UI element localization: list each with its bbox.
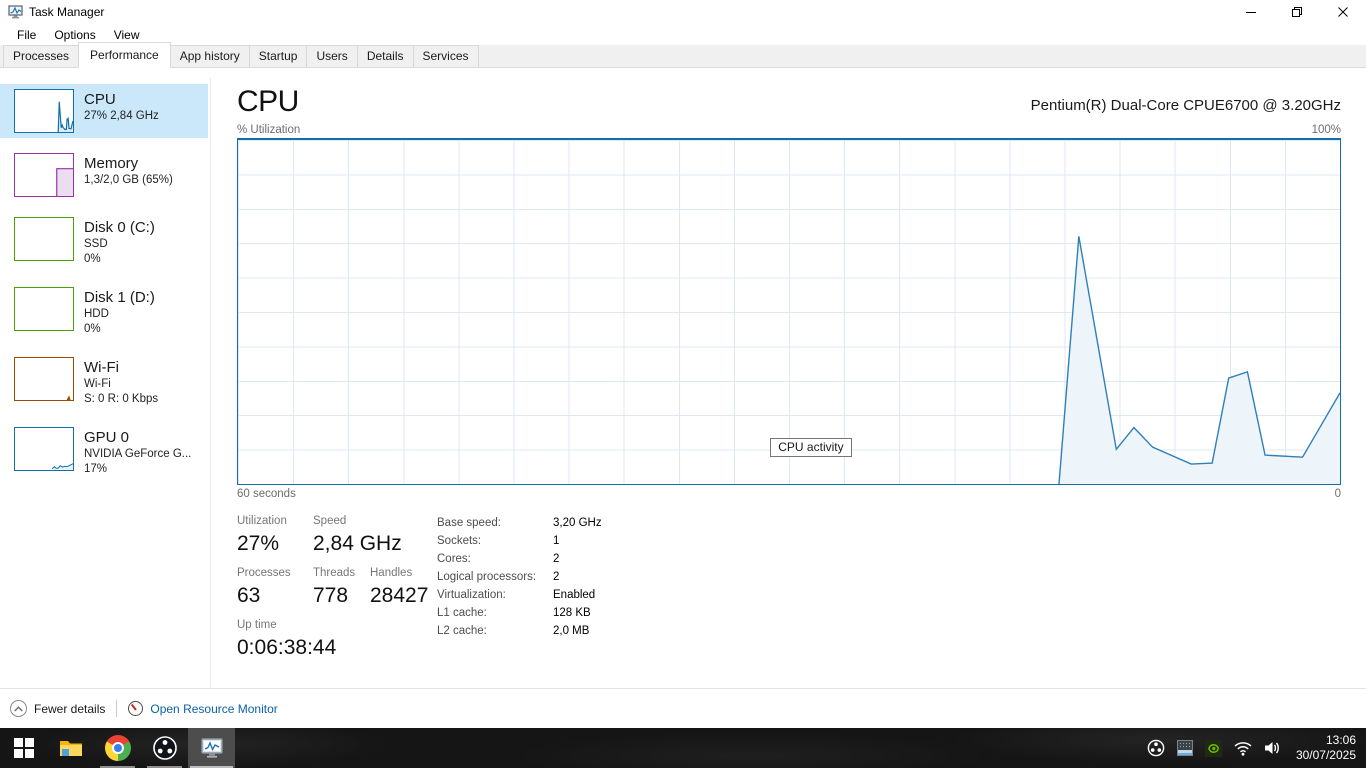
sidebar-item-sub: 27% 2,84 GHz [84, 110, 159, 122]
detail-l1-cache: L1 cache: 128 KB [437, 607, 591, 619]
chrome-icon [104, 735, 131, 761]
start-button[interactable] [0, 728, 47, 768]
file-explorer-button[interactable] [47, 728, 94, 768]
menubar: File Options View [0, 24, 1366, 45]
windows-logo-icon [13, 738, 34, 758]
stat-uptime: Up time 0:06:38:44 [237, 619, 337, 659]
performance-sidebar: CPU 27% 2,84 GHz Memory 1,3/2,0 GB (65%)… [0, 68, 211, 688]
taskbar: 13:06 30/07/2025 [0, 728, 1366, 768]
tray-obs-icon[interactable] [1145, 737, 1167, 759]
detail-virtualization: Virtualization: Enabled [437, 589, 596, 601]
sidebar-item-title: Disk 1 (D:) [84, 289, 155, 306]
sidebar-item-title: CPU [84, 91, 116, 108]
task-manager-button[interactable] [188, 728, 235, 768]
stat-utilization: Utilization 27% [237, 515, 287, 555]
chrome-button[interactable] [94, 728, 141, 768]
x-axis-left-label: 60 seconds [237, 488, 296, 500]
sidebar-item-title: Wi-Fi [84, 359, 119, 376]
taskbar-clock[interactable]: 13:06 30/07/2025 [1296, 733, 1356, 763]
tab-details[interactable]: Details [356, 45, 414, 67]
detail-base-speed: Base speed: 3,20 GHz [437, 517, 602, 529]
titlebar: Task Manager [0, 0, 1366, 24]
detail-logical-processors: Logical processors: 2 [437, 571, 560, 583]
memory-mini-chart [14, 153, 74, 197]
footer-bar: Fewer details Open Resource Monitor [0, 688, 1366, 728]
sidebar-item-wifi[interactable]: Wi-Fi Wi-Fi S: 0 R: 0 Kbps [0, 352, 208, 412]
fewer-details-button[interactable]: Fewer details [10, 700, 105, 717]
cpu-mini-chart [14, 89, 74, 133]
task-manager-icon [200, 738, 223, 758]
stat-threads: Threads 778 [313, 567, 356, 607]
footer-divider [116, 700, 118, 717]
clock-time: 13:06 [1325, 733, 1356, 747]
stat-processes: Processes 63 [237, 567, 291, 607]
chevron-up-circle-icon [10, 700, 27, 717]
stat-handles: Handles 28427 [370, 567, 429, 607]
tab-users[interactable]: Users [306, 45, 358, 67]
tab-performance[interactable]: Performance [78, 42, 171, 68]
obs-icon [152, 736, 177, 760]
cpu-stats: Utilization 27% Speed 2,84 GHz Processes… [237, 514, 437, 670]
cpu-panel: CPU Pentium(R) Dual-Core CPUE6700 @ 3.20… [211, 68, 1366, 688]
menu-file[interactable]: File [8, 26, 45, 44]
restore-button[interactable] [1274, 0, 1320, 24]
tray-app-icon[interactable] [1174, 737, 1196, 759]
sidebar-item-title: GPU 0 [84, 429, 130, 446]
sidebar-item-cpu[interactable]: CPU 27% 2,84 GHz [0, 84, 208, 138]
gpu-mini-chart [14, 427, 74, 471]
tab-startup[interactable]: Startup [248, 45, 308, 67]
sidebar-item-sub: Wi-Fi [84, 378, 111, 390]
sidebar-item-memory[interactable]: Memory 1,3/2,0 GB (65%) [0, 148, 208, 202]
obs-button[interactable] [141, 728, 188, 768]
menu-view[interactable]: View [105, 26, 149, 44]
sidebar-item-sub: NVIDIA GeForce G... [84, 448, 192, 460]
clock-date: 30/07/2025 [1295, 748, 1356, 762]
task-manager-app-icon [8, 5, 23, 19]
tray-wifi-icon[interactable] [1232, 737, 1254, 759]
resource-monitor-icon [128, 701, 144, 716]
cpu-utilization-chart[interactable]: CPU activity [237, 138, 1341, 485]
disk1-mini-chart [14, 287, 74, 331]
tab-app-history[interactable]: App history [169, 45, 250, 67]
sidebar-item-title: Disk 0 (C:) [84, 219, 155, 236]
disk0-mini-chart [14, 217, 74, 261]
tray-volume-icon[interactable] [1261, 737, 1283, 759]
cpu-model-name: Pentium(R) Dual-Core CPUE6700 @ 3.20GHz [1030, 97, 1341, 114]
tab-services[interactable]: Services [412, 45, 479, 67]
y-axis-label: % Utilization [237, 124, 301, 136]
cpu-details: Base speed: 3,20 GHz Sockets: 1 Cores: 2 Lo… [437, 514, 602, 670]
stat-speed: Speed 2,84 GHz [313, 515, 402, 555]
system-tray: 13:06 30/07/2025 [1145, 728, 1366, 768]
sidebar-item-disk1[interactable]: Disk 1 (D:) HDD 0% [0, 282, 208, 342]
sidebar-item-sub: HDD [84, 308, 109, 320]
tab-processes[interactable]: Processes [3, 45, 80, 67]
y-axis-max-label: 100% [1311, 124, 1341, 136]
tray-nvidia-icon[interactable] [1203, 737, 1225, 759]
sidebar-item-gpu[interactable]: GPU 0 NVIDIA GeForce G... 17% [0, 422, 208, 482]
sidebar-item-sub: 1,3/2,0 GB (65%) [84, 174, 173, 186]
minimize-button[interactable] [1228, 0, 1274, 24]
x-axis-right-label: 0 [1334, 488, 1341, 500]
wifi-mini-chart [14, 357, 74, 401]
menu-options[interactable]: Options [45, 26, 104, 44]
detail-l2-cache: L2 cache: 2,0 MB [437, 625, 590, 637]
sidebar-item-title: Memory [84, 155, 139, 172]
sidebar-item-sub: SSD [84, 238, 108, 250]
page-title: CPU [237, 85, 299, 118]
detail-sockets: Sockets: 1 [437, 535, 560, 547]
open-resource-monitor-link[interactable]: Open Resource Monitor [128, 701, 278, 716]
sidebar-item-disk0[interactable]: Disk 0 (C:) SSD 0% [0, 212, 208, 272]
window-title: Task Manager [29, 5, 105, 19]
close-button[interactable] [1320, 0, 1366, 24]
detail-cores: Cores: 2 [437, 553, 560, 565]
file-explorer-icon [59, 741, 82, 756]
task-manager-window: Task Manager File Options View Processes… [0, 0, 1366, 728]
tab-strip: Processes Performance App history Startu… [0, 42, 1366, 68]
cpu-activity-tooltip: CPU activity [770, 437, 852, 457]
